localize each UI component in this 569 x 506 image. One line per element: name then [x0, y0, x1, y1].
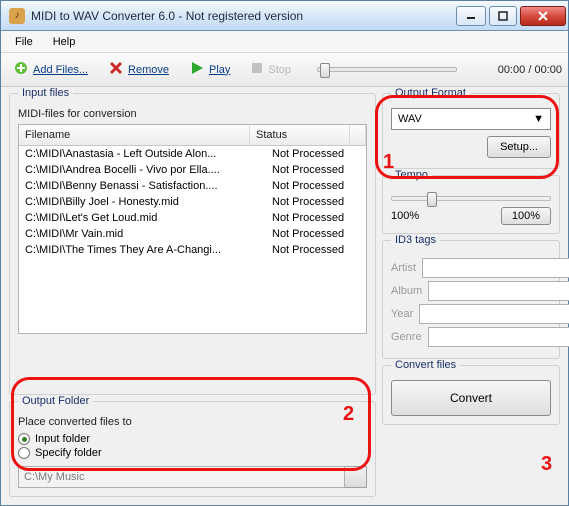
- remove-label: Remove: [128, 64, 169, 76]
- menu-file[interactable]: File: [7, 34, 41, 50]
- radio-input-folder-label: Input folder: [35, 433, 90, 445]
- status-cell: Not Processed: [266, 194, 366, 210]
- app-icon: ♪: [9, 8, 25, 24]
- stop-button[interactable]: Stop: [244, 58, 297, 81]
- table-row[interactable]: C:\MIDI\Anastasia - Left Outside Alon...…: [19, 146, 366, 162]
- table-row[interactable]: C:\MIDI\The Times They Are A-Changi...No…: [19, 242, 366, 258]
- file-list[interactable]: Filename Status C:\MIDI\Anastasia - Left…: [18, 124, 367, 334]
- genre-label: Genre: [391, 331, 422, 343]
- convert-title: Convert files: [391, 359, 460, 371]
- file-cell: C:\MIDI\Let's Get Loud.mid: [19, 210, 266, 226]
- status-cell: Not Processed: [266, 162, 366, 178]
- status-cell: Not Processed: [266, 242, 366, 258]
- maximize-button[interactable]: [489, 6, 517, 26]
- output-folder-title: Output Folder: [18, 395, 93, 407]
- titlebar: ♪ MIDI to WAV Converter 6.0 - Not regist…: [1, 1, 568, 31]
- output-folder-group: Output Folder Place converted files to I…: [9, 401, 376, 497]
- id3-title: ID3 tags: [391, 234, 440, 246]
- col-extra: [350, 125, 366, 145]
- album-label: Album: [391, 285, 422, 297]
- status-cell: Not Processed: [266, 210, 366, 226]
- toolbar: Add Files... Remove Play Stop 00:00 / 00…: [1, 53, 568, 87]
- id3-group: ID3 tags Artist Album Year Genre: [382, 240, 560, 359]
- setup-button[interactable]: Setup...: [487, 136, 551, 158]
- tempo-reset-button[interactable]: 100%: [501, 207, 551, 225]
- artist-label: Artist: [391, 262, 416, 274]
- year-input[interactable]: [419, 304, 569, 324]
- remove-button[interactable]: Remove: [102, 57, 175, 82]
- table-row[interactable]: C:\MIDI\Billy Joel - Honesty.midNot Proc…: [19, 194, 366, 210]
- output-folder-prompt: Place converted files to: [18, 416, 367, 428]
- status-cell: Not Processed: [266, 178, 366, 194]
- file-cell: C:\MIDI\Andrea Bocelli - Vivo por Ella..…: [19, 162, 266, 178]
- x-icon: [108, 60, 124, 79]
- radio-dot-icon: [18, 447, 30, 459]
- add-files-button[interactable]: Add Files...: [7, 57, 94, 82]
- col-filename[interactable]: Filename: [19, 125, 250, 145]
- file-cell: C:\MIDI\Anastasia - Left Outside Alon...: [19, 146, 266, 162]
- tempo-value: 100%: [391, 210, 419, 222]
- play-icon: [189, 60, 205, 79]
- seek-slider[interactable]: [317, 67, 457, 72]
- artist-input[interactable]: [422, 258, 569, 278]
- input-files-group: Input files MIDI-files for conversion Fi…: [9, 93, 376, 395]
- minimize-button[interactable]: [456, 6, 486, 26]
- radio-input-folder[interactable]: Input folder: [18, 432, 367, 446]
- close-button[interactable]: [520, 6, 566, 26]
- stop-label: Stop: [268, 64, 291, 76]
- file-cell: C:\MIDI\The Times They Are A-Changi...: [19, 242, 266, 258]
- chevron-down-icon: ▼: [533, 113, 544, 125]
- genre-input[interactable]: [428, 327, 569, 347]
- time-display: 00:00 / 00:00: [498, 64, 562, 76]
- play-label: Play: [209, 64, 230, 76]
- table-row[interactable]: C:\MIDI\Benny Benassi - Satisfaction....…: [19, 178, 366, 194]
- plus-icon: [13, 60, 29, 79]
- add-files-label: Add Files...: [33, 64, 88, 76]
- menubar: File Help: [1, 31, 568, 53]
- radio-specify-folder-label: Specify folder: [35, 447, 102, 459]
- year-label: Year: [391, 308, 413, 320]
- convert-button[interactable]: Convert: [391, 380, 551, 416]
- status-cell: Not Processed: [266, 226, 366, 242]
- output-format-title: Output Format: [391, 87, 470, 99]
- file-cell: C:\MIDI\Benny Benassi - Satisfaction....: [19, 178, 266, 194]
- tempo-thumb[interactable]: [427, 192, 437, 207]
- play-button[interactable]: Play: [183, 57, 236, 82]
- input-files-title: Input files: [18, 87, 73, 99]
- album-input[interactable]: [428, 281, 569, 301]
- seek-thumb[interactable]: [320, 63, 330, 78]
- tempo-title: Tempo: [391, 169, 432, 181]
- table-row[interactable]: C:\MIDI\Let's Get Loud.midNot Processed: [19, 210, 366, 226]
- menu-help[interactable]: Help: [45, 34, 84, 50]
- browse-button[interactable]: [345, 466, 367, 488]
- table-row[interactable]: C:\MIDI\Andrea Bocelli - Vivo por Ella..…: [19, 162, 366, 178]
- radio-dot-icon: [18, 433, 30, 445]
- file-list-header: Filename Status: [19, 125, 366, 146]
- window-title: MIDI to WAV Converter 6.0 - Not register…: [31, 9, 453, 23]
- stop-icon: [250, 61, 264, 78]
- output-format-group: Output Format WAV ▼ Setup...: [382, 93, 560, 169]
- convert-group: Convert files Convert: [382, 365, 560, 425]
- output-path-input: [18, 466, 345, 488]
- table-row[interactable]: C:\MIDI\Mr Vain.midNot Processed: [19, 226, 366, 242]
- file-cell: C:\MIDI\Billy Joel - Honesty.mid: [19, 194, 266, 210]
- tempo-slider[interactable]: [391, 196, 551, 201]
- radio-specify-folder[interactable]: Specify folder: [18, 446, 367, 460]
- format-select[interactable]: WAV ▼: [391, 108, 551, 130]
- format-selected: WAV: [398, 113, 422, 125]
- input-files-subtitle: MIDI-files for conversion: [18, 108, 367, 120]
- col-status[interactable]: Status: [250, 125, 350, 145]
- tempo-group: Tempo 100% 100%: [382, 175, 560, 234]
- file-cell: C:\MIDI\Mr Vain.mid: [19, 226, 266, 242]
- status-cell: Not Processed: [266, 146, 366, 162]
